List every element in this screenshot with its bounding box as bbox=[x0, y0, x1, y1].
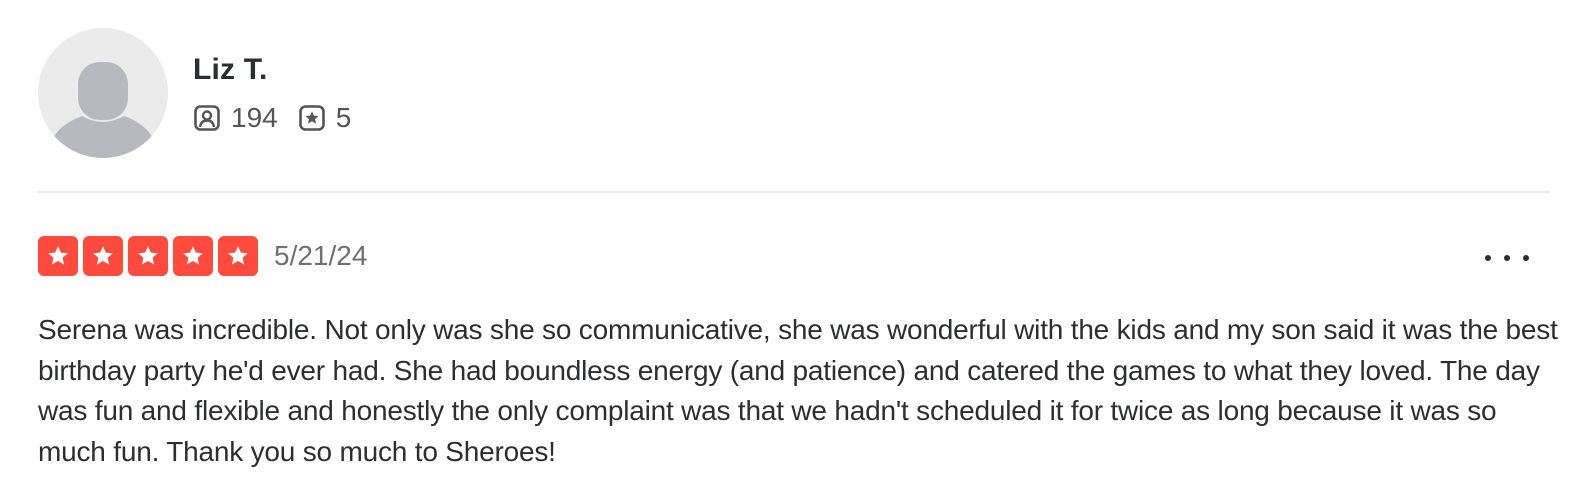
star-rating bbox=[38, 236, 258, 276]
user-stats: 194 5 bbox=[193, 103, 371, 133]
star-icon bbox=[218, 236, 258, 276]
star-icon bbox=[173, 236, 213, 276]
more-options-icon bbox=[1504, 255, 1510, 261]
user-header: Liz T. 194 5 bbox=[38, 28, 371, 160]
default-user-avatar-icon bbox=[38, 28, 168, 158]
more-options-button[interactable] bbox=[1485, 246, 1529, 270]
friends-icon bbox=[194, 105, 220, 131]
review-text: Serena was incredible. Not only was she … bbox=[38, 314, 1558, 468]
more-options-icon bbox=[1485, 255, 1491, 261]
review-date: 5/21/24 bbox=[274, 240, 368, 271]
rating-row: 5/21/24 bbox=[38, 236, 367, 276]
friends-stat: 194 bbox=[193, 103, 278, 133]
star-icon bbox=[38, 236, 78, 276]
user-info: Liz T. 194 5 bbox=[193, 28, 371, 133]
review-star-icon bbox=[298, 105, 325, 131]
reviews-stat: 5 bbox=[298, 102, 352, 133]
section-divider bbox=[38, 191, 1550, 193]
user-name[interactable]: Liz T. bbox=[193, 50, 371, 90]
star-icon bbox=[83, 236, 123, 276]
user-avatar[interactable] bbox=[38, 28, 168, 158]
reviews-count: 5 bbox=[335, 102, 352, 133]
more-options-icon bbox=[1523, 255, 1529, 261]
star-icon bbox=[128, 236, 168, 276]
friends-count: 194 bbox=[231, 102, 278, 133]
